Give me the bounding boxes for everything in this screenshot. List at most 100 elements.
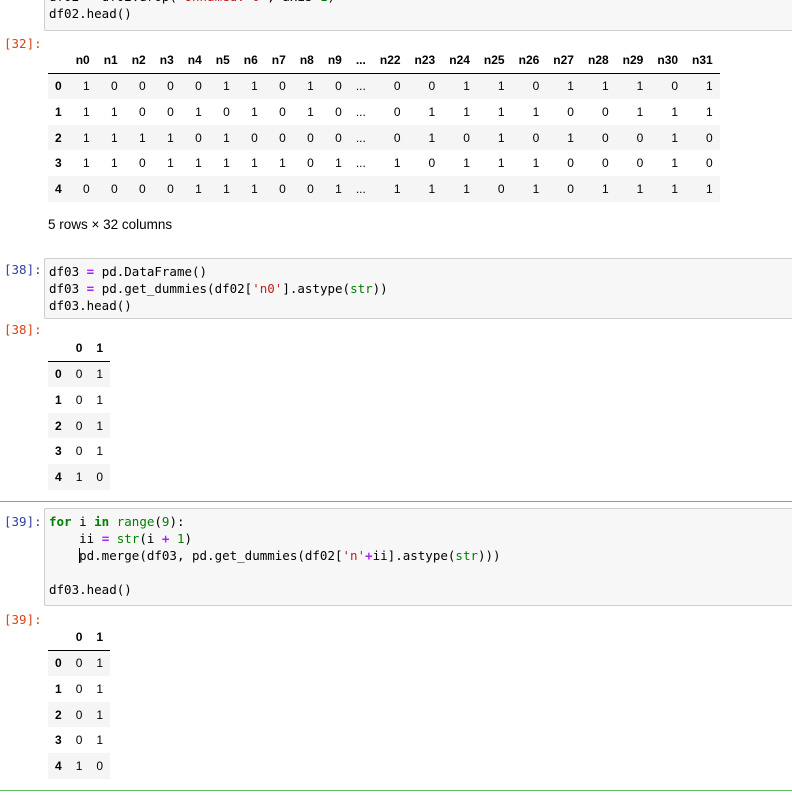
row-index: 0 xyxy=(55,656,62,671)
column-header: n30 xyxy=(650,47,686,74)
text-cursor xyxy=(79,548,81,563)
table-cell: 1 xyxy=(497,130,505,145)
table-cell: 0 xyxy=(567,181,574,196)
table-cell: 0 xyxy=(307,181,314,196)
table-cell: 1 xyxy=(428,104,436,119)
table-cell: 1 xyxy=(706,79,713,94)
table-cell: 1 xyxy=(567,79,574,94)
row-index: 1 xyxy=(55,681,62,696)
table-cell: 0 xyxy=(195,79,202,94)
table-cell: 1 xyxy=(307,79,314,94)
table-cell: 1 xyxy=(636,79,644,94)
table-row: 1 1 1 0 0 1 0 1 0 1 0... 0 1 1 1 1 0 0 1 1 1 xyxy=(48,99,720,125)
output-prompt-32: [32]: xyxy=(4,36,42,51)
row-index: 4 xyxy=(55,469,62,484)
column-header: n31 xyxy=(685,47,720,74)
code-cell-39-input[interactable]: for i in range(9): ii = str(i + 1) pd.me… xyxy=(44,508,792,606)
table-cell: 1 xyxy=(428,181,436,196)
table-cell: 1 xyxy=(497,156,505,171)
table-row: 0 1 0 0 0 0 1 1 0 1 0... 0 0 1 1 0 1 1 1 0 1 xyxy=(48,73,720,100)
column-header: 1 xyxy=(89,335,111,362)
table-cell: 1 xyxy=(167,156,174,171)
table-cell: 0 xyxy=(111,181,118,196)
table-cell: 1 xyxy=(636,181,644,196)
column-header: n8 xyxy=(292,47,321,74)
column-header xyxy=(48,47,69,74)
row-index: 1 xyxy=(55,392,62,407)
table-row: 2 1 1 1 1 0 1 0 0 0 0... 0 1 0 1 0 1 0 0 1 0 xyxy=(48,124,720,151)
table-cell: 1 xyxy=(111,130,118,145)
table-cell: 1 xyxy=(335,181,342,196)
table-cell: 0 xyxy=(139,79,146,94)
row-index: 4 xyxy=(55,181,62,196)
column-header: n4 xyxy=(180,47,209,74)
table-cell: 0 xyxy=(636,130,644,145)
table-cell: 1 xyxy=(75,758,83,773)
code-line: pd.merge(df03, pd.get_dummies(df02['n'+i… xyxy=(79,548,501,563)
table-cell: 0 xyxy=(75,392,83,407)
table-cell: 1 xyxy=(307,104,314,119)
column-header: n9 xyxy=(320,47,349,74)
row-index: 2 xyxy=(55,418,62,433)
table-cell: 0 xyxy=(567,104,574,119)
table-cell: 1 xyxy=(75,469,83,484)
table-cell: 0 xyxy=(428,79,436,94)
table-cell: 1 xyxy=(671,156,679,171)
table-cell: 0 xyxy=(393,79,401,94)
table-cell: ... xyxy=(355,79,366,94)
row-index: 3 xyxy=(55,156,62,171)
row-index: 3 xyxy=(55,444,62,459)
table-cell: 0 xyxy=(111,79,118,94)
table-cell: 0 xyxy=(75,444,83,459)
table-cell: 1 xyxy=(497,79,505,94)
table-cell: 0 xyxy=(139,156,146,171)
table-cell: 0 xyxy=(279,79,286,94)
table-cell: 1 xyxy=(96,656,104,671)
dataframe-output-38: 01001101201301410 xyxy=(48,335,111,490)
column-header: n2 xyxy=(124,47,153,74)
code-cell-38-input[interactable]: df03 = pd.DataFrame() df03 = pd.get_dummi… xyxy=(44,258,792,319)
table-cell: 1 xyxy=(96,444,104,459)
column-header: n28 xyxy=(580,47,616,74)
table-cell: ... xyxy=(355,130,366,145)
table-row: 410 xyxy=(48,752,111,779)
table-cell: ... xyxy=(355,104,366,119)
table-cell: 0 xyxy=(75,656,83,671)
table-cell: ... xyxy=(355,156,366,171)
column-header: n3 xyxy=(152,47,181,74)
code-line: df03 = pd.get_dummies(df02['n0'].astype(… xyxy=(49,281,388,296)
column-header xyxy=(48,624,69,651)
table-cell: 1 xyxy=(96,367,104,382)
table-cell: 0 xyxy=(706,130,713,145)
table-cell: 1 xyxy=(96,681,104,696)
table-cell: 0 xyxy=(75,418,83,433)
code-line: df02.head() xyxy=(49,6,132,21)
table-row: 301 xyxy=(48,727,110,753)
column-header: 1 xyxy=(89,624,111,651)
row-index: 2 xyxy=(55,130,62,145)
table-cell: ... xyxy=(355,181,366,196)
table-cell: 1 xyxy=(195,104,202,119)
table-cell: 0 xyxy=(335,130,342,145)
table-cell: 0 xyxy=(75,707,83,722)
table-cell: 0 xyxy=(139,104,146,119)
table-cell: 1 xyxy=(223,130,230,145)
table-cell: 1 xyxy=(96,733,104,748)
table-cell: 0 xyxy=(75,733,83,748)
table-cell: 0 xyxy=(532,130,540,145)
code-line: df03 = pd.DataFrame() xyxy=(49,264,208,279)
code-cell-32-input[interactable]: df02 = df02.drop('Unnamed: 0', axis=1)df… xyxy=(44,0,792,31)
column-header: n6 xyxy=(236,47,265,74)
table-cell: 1 xyxy=(671,130,679,145)
dataframe-output-32: n0 n1 n2 n3 n4 n5 n6 n7 n8 n9... n22 n23 n24 n25 n26 n2… xyxy=(48,47,720,202)
code-line: for i in range(9): xyxy=(49,514,185,529)
table-cell: 1 xyxy=(111,104,118,119)
table-cell: 0 xyxy=(393,130,401,145)
column-header xyxy=(48,335,69,362)
table-row: 101 xyxy=(48,676,110,702)
table-cell: 0 xyxy=(335,104,342,119)
table-row: 4 0 0 0 0 1 1 1 0 0 1... 1 1 1 0 1 0 1 1 1 1 xyxy=(48,175,720,202)
row-index: 0 xyxy=(55,367,62,382)
table-cell: 1 xyxy=(463,156,470,171)
